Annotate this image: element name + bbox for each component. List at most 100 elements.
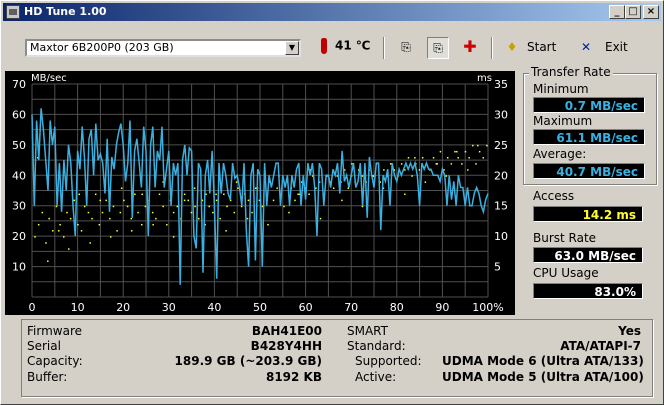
access-time-point: [439, 150, 442, 153]
x-tick-label: 90: [435, 301, 449, 314]
access-time-point: [80, 230, 83, 232]
chevron-down-icon[interactable]: ▼: [285, 41, 299, 55]
access-time-point: [235, 181, 238, 183]
hdtune-app-icon[interactable]: [6, 5, 20, 19]
access-time-point: [197, 217, 200, 220]
smart-value: Yes: [618, 324, 641, 338]
access-time-point: [389, 163, 392, 165]
access-time-point: [361, 205, 364, 208]
y-tick-label-right: 35: [494, 78, 508, 91]
access-time-point: [45, 242, 47, 244]
access-time-point: [246, 217, 249, 220]
active-value: UDMA Mode 5 (Ultra ATA/100): [442, 370, 644, 384]
access-time-point: [251, 211, 253, 214]
access-time-point: [87, 211, 90, 214]
copy-all-icon[interactable]: ⎘: [427, 37, 449, 59]
x-tick-label: 80: [390, 301, 404, 314]
transfer-rate-title: Transfer Rate: [529, 65, 613, 79]
access-time-point: [341, 199, 343, 202]
transfer-chart: 10 20 30 40 50 60 70 5 10 15 20 25 30 35 0 10 20 30 40 50 60…: [5, 71, 515, 315]
y-tick-label-left: 50: [12, 139, 26, 152]
access-time-point: [372, 175, 375, 177]
close-button[interactable]: ×: [643, 5, 659, 19]
serial-label: Serial: [27, 339, 61, 353]
minimum-value: 0.7 MB/sec: [533, 97, 645, 113]
y-tick-label-left: 40: [12, 169, 26, 182]
access-time-point: [247, 199, 250, 202]
access-time-point: [445, 175, 448, 177]
buffer-label: Buffer:: [27, 370, 68, 384]
access-time-point: [400, 163, 403, 165]
access-time-point: [52, 230, 54, 232]
temperature-value: 41 ℃: [335, 38, 371, 53]
serial-value: B428Y4HH: [250, 339, 322, 353]
access-time-point: [193, 187, 196, 189]
access-time-point: [155, 217, 157, 220]
access-time-point: [226, 205, 228, 208]
access-time-point: [272, 199, 275, 202]
cpu-value: 83.0%: [533, 283, 643, 299]
access-time-point: [34, 236, 36, 238]
access-time-point: [151, 211, 154, 214]
access-time-point: [472, 144, 474, 147]
exit-x-icon[interactable]: ✕: [575, 37, 597, 59]
drive-select-value: Maxtor 6B200P0 (203 GB): [30, 41, 174, 54]
access-time-point: [407, 157, 410, 159]
access-time-point: [308, 193, 310, 196]
right-unit-label: ms: [477, 73, 492, 84]
access-time-point: [446, 157, 449, 159]
access-time-point: [361, 175, 364, 177]
access-time-point: [240, 205, 243, 208]
access-time-point: [467, 169, 469, 171]
start-button[interactable]: Start: [527, 40, 556, 54]
access-time-point: [351, 163, 353, 165]
access-time-point: [144, 205, 147, 208]
access-time-point: [69, 217, 72, 220]
x-tick-label: 10: [71, 301, 85, 314]
access-time-point: [475, 163, 477, 165]
y-tick-label-left: 70: [12, 78, 26, 91]
start-bulb-icon[interactable]: ♦: [501, 37, 523, 59]
health-cross-icon[interactable]: ✚: [459, 37, 481, 59]
access-time-point: [276, 187, 278, 189]
access-time-point: [63, 236, 65, 238]
x-tick-label: 30: [162, 301, 176, 314]
access-time-point: [418, 169, 421, 171]
access-time-point: [137, 211, 139, 214]
x-tick-label: 0: [29, 301, 36, 314]
y-tick-label-right: 25: [494, 139, 508, 152]
access-time-point: [158, 193, 161, 196]
access-time-point: [454, 150, 456, 153]
access-time-point: [468, 157, 470, 159]
access-time-point: [116, 230, 118, 232]
access-time-point: [215, 193, 217, 196]
maximize-button[interactable]: □: [625, 5, 641, 19]
x-tick-label: 50: [253, 301, 267, 314]
access-time-point: [414, 157, 416, 159]
access-time-point: [172, 211, 175, 214]
y-tick-label-right: 10: [494, 230, 508, 243]
access-time-point: [140, 223, 143, 226]
title-bar[interactable]: HD Tune 1.00 _ □ ×: [3, 3, 661, 21]
access-time-point: [486, 144, 488, 147]
access-time-point: [57, 230, 60, 232]
exit-button[interactable]: Exit: [605, 40, 628, 54]
access-time-point: [219, 217, 221, 220]
supported-value: UDMA Mode 6 (Ultra ATA/133): [442, 354, 644, 368]
buffer-value: 8192 KB: [265, 370, 322, 384]
access-time-point: [319, 217, 322, 220]
app-window: HD Tune 1.00 _ □ × Maxtor 6B200P0 (203 G…: [0, 0, 664, 405]
burst-value: 63.0 MB/sec: [533, 247, 643, 263]
average-label: Average:: [533, 147, 587, 161]
access-time-point: [477, 144, 479, 147]
access-time-point: [288, 211, 290, 214]
access-value: 14.2 ms: [533, 206, 643, 222]
copy-icon[interactable]: ⎘: [395, 37, 417, 59]
access-time-point: [283, 205, 285, 208]
access-time-point: [120, 187, 123, 189]
maximum-label: Maximum: [533, 114, 593, 128]
minimize-button[interactable]: _: [609, 5, 625, 19]
drive-select[interactable]: Maxtor 6B200P0 (203 GB) ▼: [25, 39, 301, 57]
access-time-point: [478, 150, 481, 153]
average-value: 40.7 MB/sec: [533, 163, 645, 179]
